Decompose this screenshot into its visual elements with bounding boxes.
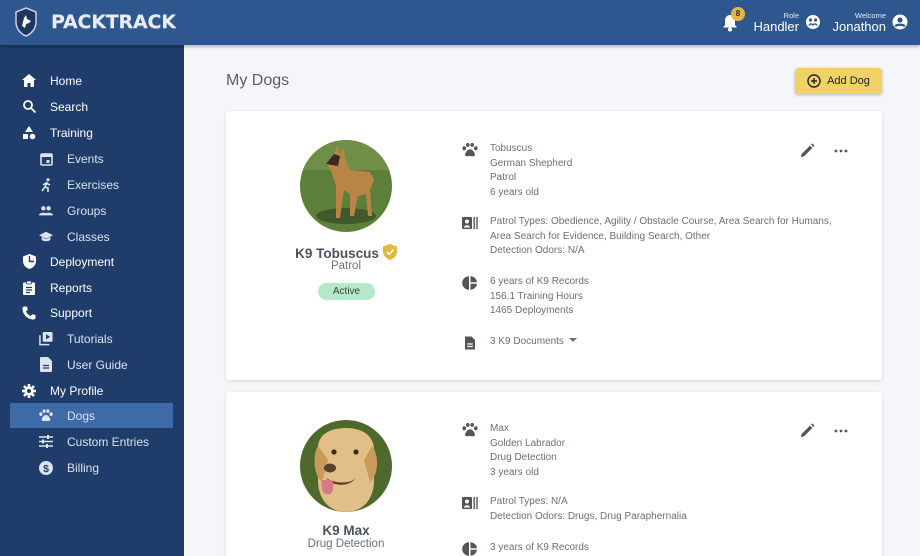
home-icon [22, 74, 36, 88]
dog-card: K9 Max Drug Detection Max Golden Labrado… [226, 392, 882, 556]
running-icon [39, 177, 53, 192]
caret-down-icon [568, 338, 577, 342]
sidebar-item-custom-entries[interactable]: Custom Entries [10, 429, 173, 454]
record-years: 3 years of K9 Records [490, 542, 589, 553]
pie-chart-icon [462, 276, 477, 290]
patrol-types: Patrol Types: Obedience, Agility / Obsta… [490, 216, 832, 227]
edit-pencil-icon[interactable] [799, 143, 815, 159]
sliders-icon [39, 435, 53, 449]
patrol-types: Patrol Types: N/A [490, 496, 568, 507]
sidebar: Home Search Training Events Exercises Gr… [0, 45, 184, 556]
id-card-icon [462, 217, 478, 229]
page-title: My Dogs [226, 72, 290, 89]
wolf-shield-icon [15, 7, 37, 37]
calendar-icon [39, 152, 53, 166]
top-bar: PACKTRACK 8 Role Handler Welcome Jonatho… [0, 0, 920, 45]
notification-badge: 8 [731, 7, 745, 21]
dog-specialty: Patrol [490, 172, 517, 183]
sidebar-item-user-guide[interactable]: User Guide [10, 352, 173, 377]
paw-icon [462, 143, 478, 157]
training-hours: 156.1 Training Hours [490, 290, 583, 302]
logo[interactable]: PACKTRACK [14, 7, 176, 37]
account-circle-icon[interactable] [892, 14, 908, 30]
video-library-icon [39, 331, 53, 346]
dog-photo[interactable] [300, 420, 392, 512]
sidebar-item-tutorials[interactable]: Tutorials [10, 326, 173, 351]
pie-chart-icon [462, 542, 477, 556]
more-options-button[interactable] [832, 423, 850, 439]
edit-pencil-icon[interactable] [799, 423, 815, 439]
clipboard-icon [22, 280, 36, 295]
shield-icon [22, 254, 36, 269]
more-horizontal-icon [834, 149, 848, 153]
sidebar-item-billing[interactable]: $ Billing [10, 455, 173, 480]
dog-photo[interactable] [300, 140, 392, 232]
sidebar-item-groups[interactable]: Groups [10, 198, 173, 223]
dog-display-name: K9 Tobuscus [226, 244, 466, 261]
sidebar-item-exercises[interactable]: Exercises [10, 172, 173, 197]
user-display[interactable]: Welcome Jonathon [833, 11, 887, 34]
more-options-button[interactable] [832, 143, 850, 159]
app-name: PACKTRACK [51, 11, 176, 33]
role-switch-icon[interactable] [805, 14, 821, 30]
patrol-types-cont: Area Search for Evidence, Building Searc… [490, 230, 711, 242]
paw-icon [39, 409, 53, 423]
graduation-cap-icon [39, 230, 53, 244]
record-years: 6 years of K9 Records [490, 276, 589, 287]
sidebar-item-deployment[interactable]: Deployment [10, 249, 173, 274]
detection-odors: Detection Odors: Drugs, Drug Paraphernal… [490, 510, 687, 522]
sidebar-item-classes[interactable]: Classes [10, 224, 173, 249]
deployments: 1465 Deployments [490, 305, 574, 316]
document-icon [39, 357, 53, 372]
dog-age: 6 years old [490, 186, 539, 198]
sidebar-item-dogs[interactable]: Dogs [10, 403, 173, 428]
group-icon [39, 204, 53, 218]
dog-specialty: Drug Detection [490, 452, 557, 463]
dog-role: Drug Detection [307, 538, 385, 550]
dog-age: 3 years old [490, 466, 539, 478]
detection-odors: Detection Odors: N/A [490, 245, 585, 256]
dog-card: K9 Tobuscus Patrol Active Tobuscus Germa… [226, 111, 882, 380]
sidebar-item-reports[interactable]: Reports [10, 275, 173, 300]
svg-text:$: $ [43, 462, 49, 474]
sidebar-item-home[interactable]: Home [10, 68, 173, 93]
status-badge: Active [318, 283, 375, 300]
documents-dropdown[interactable]: 3 K9 Documents [490, 335, 860, 350]
gear-icon [22, 383, 36, 398]
sidebar-item-search[interactable]: Search [10, 94, 173, 119]
search-icon [22, 100, 36, 114]
dog-role: Patrol [330, 260, 362, 272]
role-display[interactable]: Role Handler [753, 11, 799, 34]
add-circle-icon [807, 74, 821, 88]
phone-icon [22, 306, 36, 320]
id-card-icon [462, 497, 478, 509]
add-dog-button[interactable]: Add Dog [795, 68, 882, 94]
sidebar-item-events[interactable]: Events [10, 146, 173, 171]
more-horizontal-icon [834, 429, 848, 433]
sidebar-item-training[interactable]: Training [10, 120, 173, 145]
sidebar-item-my-profile[interactable]: My Profile [10, 378, 173, 403]
paw-icon [462, 423, 478, 437]
dollar-icon: $ [39, 460, 53, 475]
sidebar-item-support[interactable]: Support [10, 300, 173, 325]
dog-display-name: K9 Max [322, 523, 370, 538]
verified-badge-icon [382, 244, 397, 260]
shapes-icon [22, 125, 36, 140]
document-icon [465, 336, 475, 350]
